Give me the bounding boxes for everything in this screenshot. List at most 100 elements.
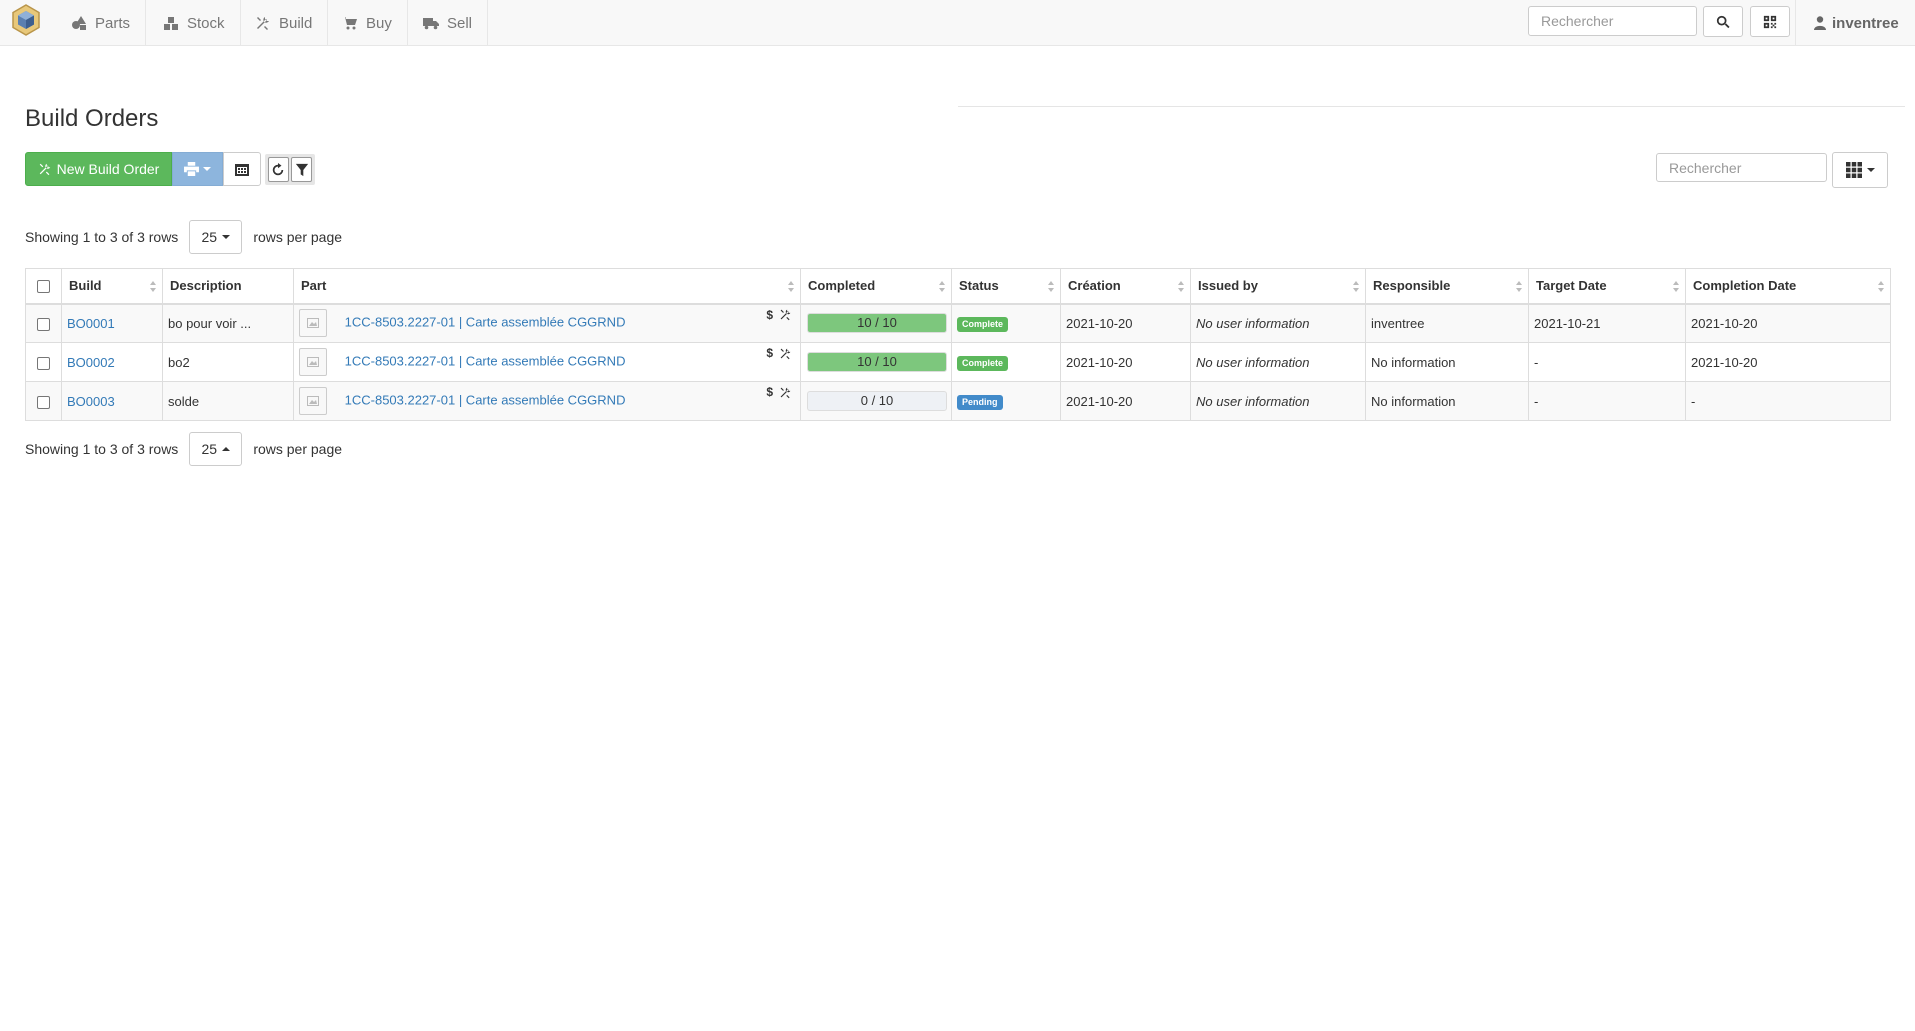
th-icon: [1845, 162, 1862, 178]
image-icon: [307, 396, 319, 406]
nav-item-stock[interactable]: Stock: [148, 0, 241, 46]
column-header-creation[interactable]: Création: [1060, 268, 1191, 305]
row-checkbox[interactable]: [37, 317, 50, 331]
tools-icon: [780, 387, 791, 398]
table-row: BO0001 bo pour voir ... 1CC-8503.2227-01…: [25, 303, 1891, 343]
part-link[interactable]: 1CC-8503.2227-01 | Carte assemblée CGGRN…: [345, 353, 626, 368]
nav-barcode-button[interactable]: [1750, 6, 1790, 37]
rows-per-page-label: rows per page: [253, 441, 343, 457]
table-search-input[interactable]: [1656, 153, 1827, 182]
issued-by-cell: No user information: [1190, 381, 1366, 421]
part-link[interactable]: 1CC-8503.2227-01 | Carte assemblée CGGRN…: [345, 392, 626, 407]
table-row: BO0003 solde 1CC-8503.2227-01 | Carte as…: [25, 381, 1891, 421]
print-dropdown-button[interactable]: [172, 152, 223, 186]
page-size-dropdown[interactable]: 25: [189, 220, 243, 254]
responsible-cell: No information: [1365, 381, 1529, 421]
build-cell: BO0002: [61, 342, 163, 382]
table-tools-group: [265, 154, 315, 185]
filter-button[interactable]: [291, 157, 313, 182]
column-header-build[interactable]: Build: [61, 268, 163, 305]
row-checkbox[interactable]: [37, 395, 50, 409]
part-flags: $: [766, 385, 792, 399]
issued-by-cell: No user information: [1190, 342, 1366, 382]
new-build-order-button[interactable]: New Build Order: [25, 152, 172, 186]
row-checkbox[interactable]: [37, 356, 50, 370]
creation-cell: 2021-10-20: [1060, 303, 1191, 343]
row-select-cell: [25, 381, 62, 421]
nav-search-input[interactable]: [1528, 6, 1697, 36]
refresh-button[interactable]: [267, 157, 289, 182]
completed-cell: 10 / 10: [800, 303, 952, 343]
pagination-info: Showing 1 to 3 of 3 rows: [25, 441, 179, 457]
column-label: Completion Date: [1693, 278, 1797, 294]
sort-icon: [150, 281, 157, 293]
build-link[interactable]: BO0003: [67, 394, 115, 409]
table-header-row: Build Description Part Completed Status …: [25, 268, 1891, 305]
page-size-dropdown[interactable]: 25: [189, 432, 243, 466]
shapes-icon: [72, 16, 86, 30]
select-all-cell: [25, 268, 62, 305]
completed-cell: 0 / 10: [800, 381, 952, 421]
columns-toggle-button[interactable]: [1832, 152, 1888, 188]
tools-icon: [257, 17, 269, 30]
status-badge: Pending: [957, 394, 1003, 410]
creation-cell: 2021-10-20: [1060, 342, 1191, 382]
sort-icon: [788, 281, 795, 293]
responsible-cell: No information: [1365, 342, 1529, 382]
column-header-completion-date[interactable]: Completion Date: [1685, 268, 1891, 305]
sort-icon: [1048, 281, 1055, 293]
page-size-value: 25: [201, 441, 218, 457]
calendar-view-button[interactable]: [223, 152, 261, 186]
nav-item-sell[interactable]: Sell: [408, 0, 489, 46]
column-header-target-date[interactable]: Target Date: [1528, 268, 1686, 305]
nav-item-buy[interactable]: Buy: [327, 0, 408, 46]
row-select-cell: [25, 342, 62, 382]
completion-date-cell: -: [1685, 381, 1891, 421]
column-header-status[interactable]: Status: [951, 268, 1061, 305]
progress-text: 0 / 10: [860, 393, 894, 408]
progress-bar: 0 / 10: [807, 391, 947, 411]
tools-icon: [39, 163, 50, 176]
part-thumbnail: [299, 348, 327, 376]
completion-date-cell: 2021-10-20: [1685, 303, 1891, 343]
description-cell: bo2: [162, 342, 294, 382]
page-size-value: 25: [201, 229, 218, 245]
select-all-checkbox[interactable]: [37, 280, 50, 294]
inventree-logo-icon[interactable]: [11, 4, 41, 36]
part-flags: $: [766, 346, 792, 360]
target-date-cell: 2021-10-21: [1528, 303, 1686, 343]
header-divider: [958, 106, 1905, 107]
progress-bar: 10 / 10: [807, 352, 947, 372]
column-header-issued-by[interactable]: Issued by: [1190, 268, 1366, 305]
dollar-icon: $: [766, 346, 773, 360]
status-badge: Complete: [957, 355, 1009, 371]
build-cell: BO0003: [61, 381, 163, 421]
build-link[interactable]: BO0002: [67, 355, 115, 370]
column-header-completed[interactable]: Completed: [800, 268, 952, 305]
build-link[interactable]: BO0001: [67, 316, 115, 331]
search-icon: [1716, 15, 1730, 28]
part-link[interactable]: 1CC-8503.2227-01 | Carte assemblée CGGRN…: [345, 315, 626, 330]
chevron-down-icon: [222, 235, 231, 239]
nav-search-button[interactable]: [1703, 6, 1743, 37]
column-label: Description: [170, 278, 242, 294]
part-cell: 1CC-8503.2227-01 | Carte assemblée CGGRN…: [293, 303, 801, 343]
column-header-responsible[interactable]: Responsible: [1365, 268, 1529, 305]
tools-icon: [780, 309, 791, 321]
column-label: Part: [301, 278, 327, 294]
column-header-part[interactable]: Part: [293, 268, 801, 305]
tools-icon: [780, 348, 791, 359]
nav-item-build[interactable]: Build: [240, 0, 329, 46]
nav-item-label: Stock: [187, 14, 225, 32]
nav-item-parts[interactable]: Parts: [56, 0, 147, 46]
pagination-info: Showing 1 to 3 of 3 rows: [25, 229, 179, 245]
chevron-up-icon: [222, 447, 231, 451]
target-date-cell: -: [1528, 342, 1686, 382]
status-cell: Pending: [951, 381, 1061, 421]
column-label: Status: [959, 278, 999, 294]
part-cell: 1CC-8503.2227-01 | Carte assemblée CGGRN…: [293, 342, 801, 382]
nav-item-label: Build: [279, 14, 313, 32]
build-orders-table: Build Description Part Completed Status …: [25, 268, 1891, 421]
image-icon: [307, 318, 319, 329]
user-menu[interactable]: inventree: [1795, 0, 1899, 46]
